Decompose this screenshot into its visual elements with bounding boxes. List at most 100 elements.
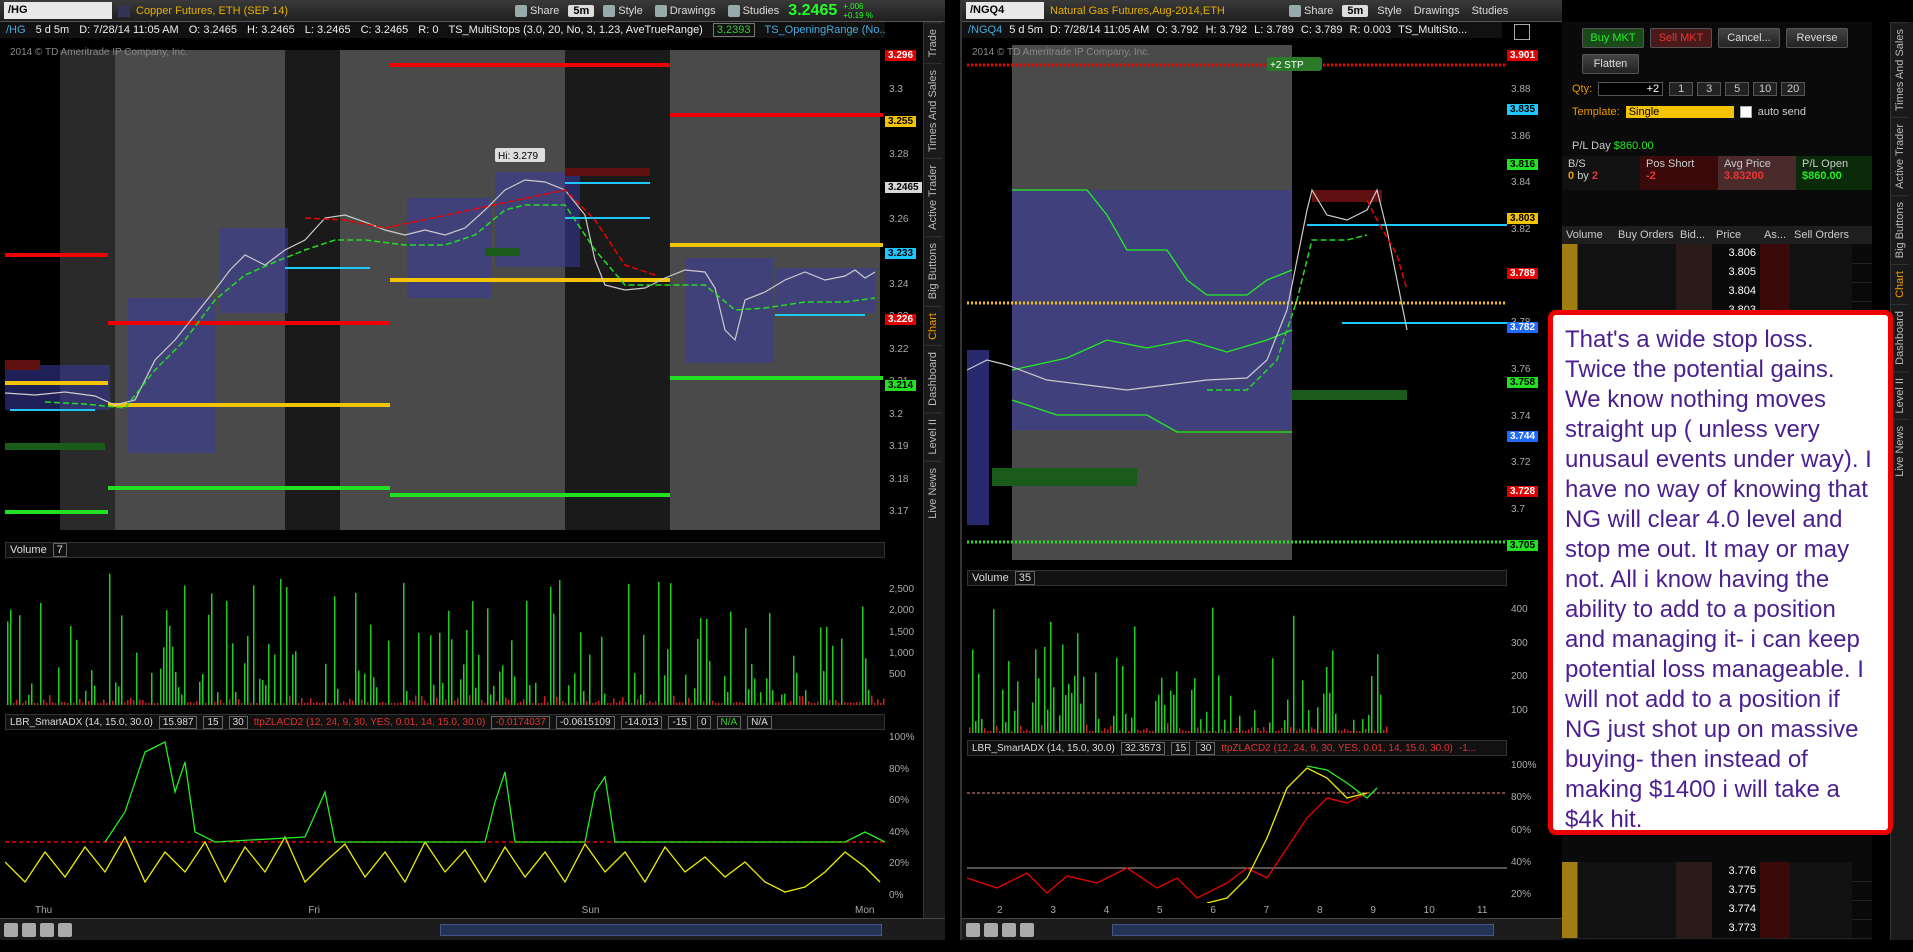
left-style-button[interactable]: Style [600, 4, 645, 17]
right-adx-chart[interactable] [967, 758, 1507, 903]
right-style-button[interactable]: Style [1374, 5, 1404, 17]
ladder-bid-cell[interactable] [1676, 900, 1712, 919]
vtab-level-ii[interactable]: Level II [1891, 370, 1909, 420]
zoom-out-icon[interactable] [984, 922, 998, 937]
ladder-bid-cell[interactable] [1676, 862, 1712, 881]
ladder-ask-cell[interactable] [1760, 900, 1790, 919]
left-studies-button[interactable]: Studies [725, 4, 783, 17]
qty-preset-button[interactable]: 20 [1781, 82, 1806, 96]
vtab-dashboard[interactable]: Dashboard [924, 345, 942, 413]
zoom-in-icon[interactable] [40, 922, 54, 937]
ladder-column-header[interactable]: Buy Orders [1614, 229, 1676, 241]
ladder-price-cell: 3.804 [1712, 282, 1760, 301]
vtab-live-news[interactable]: Live News [1891, 419, 1909, 484]
left-info-low: L: 3.2465 [304, 24, 351, 36]
vtab-times-and-sales[interactable]: Times And Sales [924, 63, 942, 159]
vtab-live-news[interactable]: Live News [924, 460, 942, 525]
cursor-icon[interactable] [1020, 922, 1034, 937]
ladder-ask-cell[interactable] [1760, 881, 1790, 900]
vtab-active-trader[interactable]: Active Trader [1891, 117, 1909, 195]
volume-bar [460, 679, 462, 705]
template-select[interactable]: Single [1625, 106, 1734, 118]
flatten-button[interactable]: Flatten [1582, 54, 1639, 74]
right-volume-chart[interactable] [967, 588, 1507, 733]
ladder-buy-cell[interactable] [1614, 919, 1676, 938]
ladder-ask-cell[interactable] [1760, 263, 1790, 282]
buy-mkt-button[interactable]: Buy MKT [1582, 28, 1644, 48]
zoom-in-icon[interactable] [1002, 922, 1016, 937]
ladder-bid-cell[interactable] [1676, 282, 1712, 301]
right-share-button[interactable]: Share [1286, 4, 1336, 17]
ladder-column-header[interactable]: Sell Orders [1790, 229, 1852, 241]
ladder-ask-cell[interactable] [1760, 919, 1790, 938]
right-studies-button[interactable]: Studies [1469, 5, 1512, 17]
ladder-sell-cell[interactable] [1790, 263, 1852, 282]
ladder-column-header[interactable]: Price [1712, 229, 1760, 241]
ladder-column-header[interactable]: Volume [1562, 229, 1614, 241]
ladder-ask-cell[interactable] [1760, 244, 1790, 263]
zoom-icon[interactable] [966, 922, 980, 937]
ladder-column-header[interactable]: Bid... [1676, 229, 1712, 241]
vtab-trade[interactable]: Trade [924, 22, 942, 64]
qty-preset-button[interactable]: 3 [1697, 82, 1722, 96]
ladder-sell-cell[interactable] [1790, 919, 1852, 938]
stp-order-label[interactable]: +2 STP [1267, 57, 1322, 71]
ladder-sell-cell[interactable] [1790, 244, 1852, 263]
ladder-buy-cell[interactable] [1614, 282, 1676, 301]
left-price-chart[interactable]: Hi: 3.279 2014 © TD Ameritrade IP Compan… [5, 40, 885, 530]
right-scrollbar[interactable] [1112, 924, 1494, 936]
vtab-dashboard[interactable]: Dashboard [1891, 304, 1909, 371]
sell-mkt-button[interactable]: Sell MKT [1650, 28, 1712, 48]
ladder-sell-cell[interactable] [1790, 900, 1852, 919]
right-symbol-input[interactable]: /NGQ4 [966, 2, 1044, 19]
ladder-buy-cell[interactable] [1614, 881, 1676, 900]
ladder-buy-cell[interactable] [1614, 900, 1676, 919]
zoom-out-icon[interactable] [22, 922, 36, 937]
left-symbol-input[interactable]: /HG [4, 2, 112, 19]
ladder-column-header[interactable]: As... [1760, 229, 1790, 241]
qty-preset-button[interactable]: 10 [1753, 82, 1778, 96]
left-share-button[interactable]: Share [512, 4, 562, 17]
dollar-icon[interactable] [58, 922, 72, 937]
left-symbol-dropdown-icon[interactable] [118, 4, 130, 17]
left-adx-chart[interactable] [5, 732, 885, 902]
ladder-bid-cell[interactable] [1676, 881, 1712, 900]
ladder-ask-cell[interactable] [1760, 282, 1790, 301]
volume-bar [1206, 711, 1208, 733]
ladder-buy-cell[interactable] [1614, 244, 1676, 263]
vtab-level-ii[interactable]: Level II [924, 412, 942, 461]
volume-bar [1182, 730, 1184, 733]
left-interval-button[interactable]: 5m [568, 4, 595, 17]
vtab-big-buttons[interactable]: Big Buttons [1891, 194, 1909, 265]
ladder-sell-cell[interactable] [1790, 862, 1852, 881]
vtab-active-trader[interactable]: Active Trader [924, 158, 942, 237]
vtab-big-buttons[interactable]: Big Buttons [924, 236, 942, 306]
vtab-times-and-sales[interactable]: Times And Sales [1891, 22, 1909, 118]
cancel-button[interactable]: Cancel... [1718, 28, 1780, 48]
auto-send-checkbox[interactable] [1739, 106, 1752, 118]
vtab-chart[interactable]: Chart [1891, 264, 1909, 305]
right-interval-button[interactable]: 5m [1342, 4, 1369, 17]
vtab-chart[interactable]: Chart [924, 305, 942, 346]
ladder-sell-cell[interactable] [1790, 282, 1852, 301]
qty-preset-button[interactable]: 5 [1725, 82, 1750, 96]
ladder-bid-cell[interactable] [1676, 263, 1712, 282]
ladder-buy-cell[interactable] [1614, 263, 1676, 282]
ladder-bid-cell[interactable] [1676, 919, 1712, 938]
right-price-chart[interactable]: +2 STP 2014 © TD Ameritrade IP Company, … [967, 40, 1507, 560]
reverse-button[interactable]: Reverse [1786, 28, 1848, 48]
qty-preset-button[interactable]: 1 [1669, 82, 1694, 96]
ladder-bid-cell[interactable] [1676, 244, 1712, 263]
ladder-buy-cell[interactable] [1614, 862, 1676, 881]
qty-input[interactable]: +2 [1598, 82, 1664, 96]
axis-tick-label: 100% [889, 732, 915, 743]
left-volume-chart[interactable] [5, 560, 885, 705]
right-settings-icon[interactable] [1514, 24, 1530, 40]
left-drawings-button[interactable]: Drawings [652, 4, 719, 17]
right-drawings-button[interactable]: Drawings [1411, 5, 1463, 17]
zoom-icon[interactable] [4, 922, 18, 937]
left-scrollbar[interactable] [440, 924, 882, 936]
ladder-sell-cell[interactable] [1790, 881, 1852, 900]
ladder-ask-cell[interactable] [1760, 862, 1790, 881]
volume-bar [526, 600, 528, 705]
